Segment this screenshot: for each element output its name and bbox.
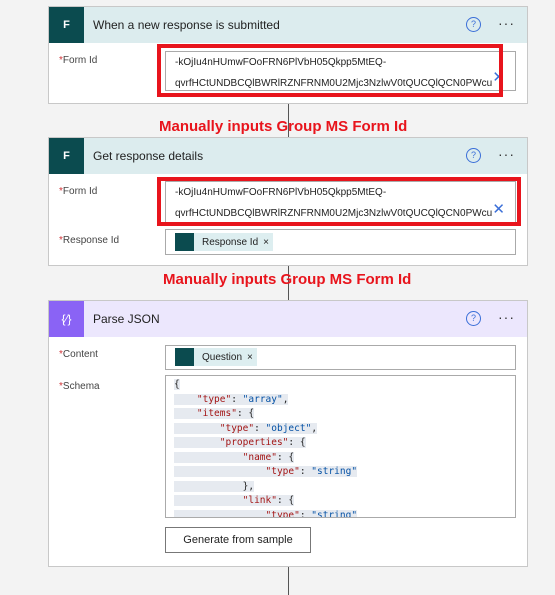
question-token[interactable]: Question × — [175, 348, 257, 366]
schema-editor[interactable]: { "type": "array", "items": { "type": "o… — [165, 375, 516, 518]
help-icon[interactable]: ? — [466, 148, 481, 163]
response-id-label: *Response Id — [59, 235, 120, 246]
help-icon[interactable]: ? — [466, 311, 481, 326]
form-id-label: *Form Id — [59, 186, 98, 197]
remove-token-icon[interactable]: × — [263, 237, 269, 248]
microsoft-forms-icon: F — [49, 138, 84, 174]
more-options-icon[interactable]: ··· — [498, 15, 515, 31]
schema-line: "type": "array", — [174, 393, 515, 408]
schema-line: }, — [174, 480, 515, 495]
parse-json-card: {∕} Parse JSON ? ··· *Content Question × … — [48, 300, 528, 567]
help-icon[interactable]: ? — [466, 17, 481, 32]
schema-line: "items": { — [174, 407, 515, 422]
annotation-box — [157, 44, 503, 97]
schema-line: "type": "string" — [174, 509, 515, 517]
token-label: Response Id — [202, 236, 259, 248]
card-title: Parse JSON — [93, 312, 160, 326]
annotation-text: Manually inputs Group MS Form Id — [163, 271, 412, 288]
schema-line: "link": { — [174, 494, 515, 509]
parse-json-icon: {∕} — [49, 301, 84, 337]
card-title: When a new response is submitted — [93, 18, 280, 32]
connector-arrow — [288, 567, 289, 595]
token-label: Question — [202, 351, 243, 363]
annotation-text: Manually inputs Group MS Form Id — [159, 118, 408, 135]
remove-token-icon[interactable]: × — [247, 352, 253, 363]
microsoft-forms-icon — [175, 348, 194, 366]
schema-line: "name": { — [174, 451, 515, 466]
microsoft-forms-icon: F — [49, 7, 84, 43]
schema-line: "type": "object", — [174, 422, 515, 437]
get-details-header[interactable]: F Get response details ? ··· — [49, 138, 527, 174]
generate-from-sample-button[interactable]: Generate from sample — [165, 527, 311, 553]
schema-line: "type": "string" — [174, 465, 515, 480]
microsoft-forms-icon — [175, 233, 194, 251]
parse-json-header[interactable]: {∕} Parse JSON ? ··· — [49, 301, 527, 337]
more-options-icon[interactable]: ··· — [498, 146, 515, 162]
annotation-box — [157, 177, 521, 226]
trigger-header[interactable]: F When a new response is submitted ? ··· — [49, 7, 527, 43]
schema-line: "properties": { — [174, 436, 515, 451]
schema-label: *Schema — [59, 381, 100, 392]
form-id-label: *Form Id — [59, 55, 98, 66]
response-id-token[interactable]: Response Id × — [175, 233, 273, 251]
content-label: *Content — [59, 349, 98, 360]
content-input[interactable]: Question × — [165, 345, 516, 370]
card-title: Get response details — [93, 149, 204, 163]
schema-line: { — [174, 379, 180, 390]
response-id-input[interactable]: Response Id × — [165, 229, 516, 255]
more-options-icon[interactable]: ··· — [498, 309, 515, 325]
